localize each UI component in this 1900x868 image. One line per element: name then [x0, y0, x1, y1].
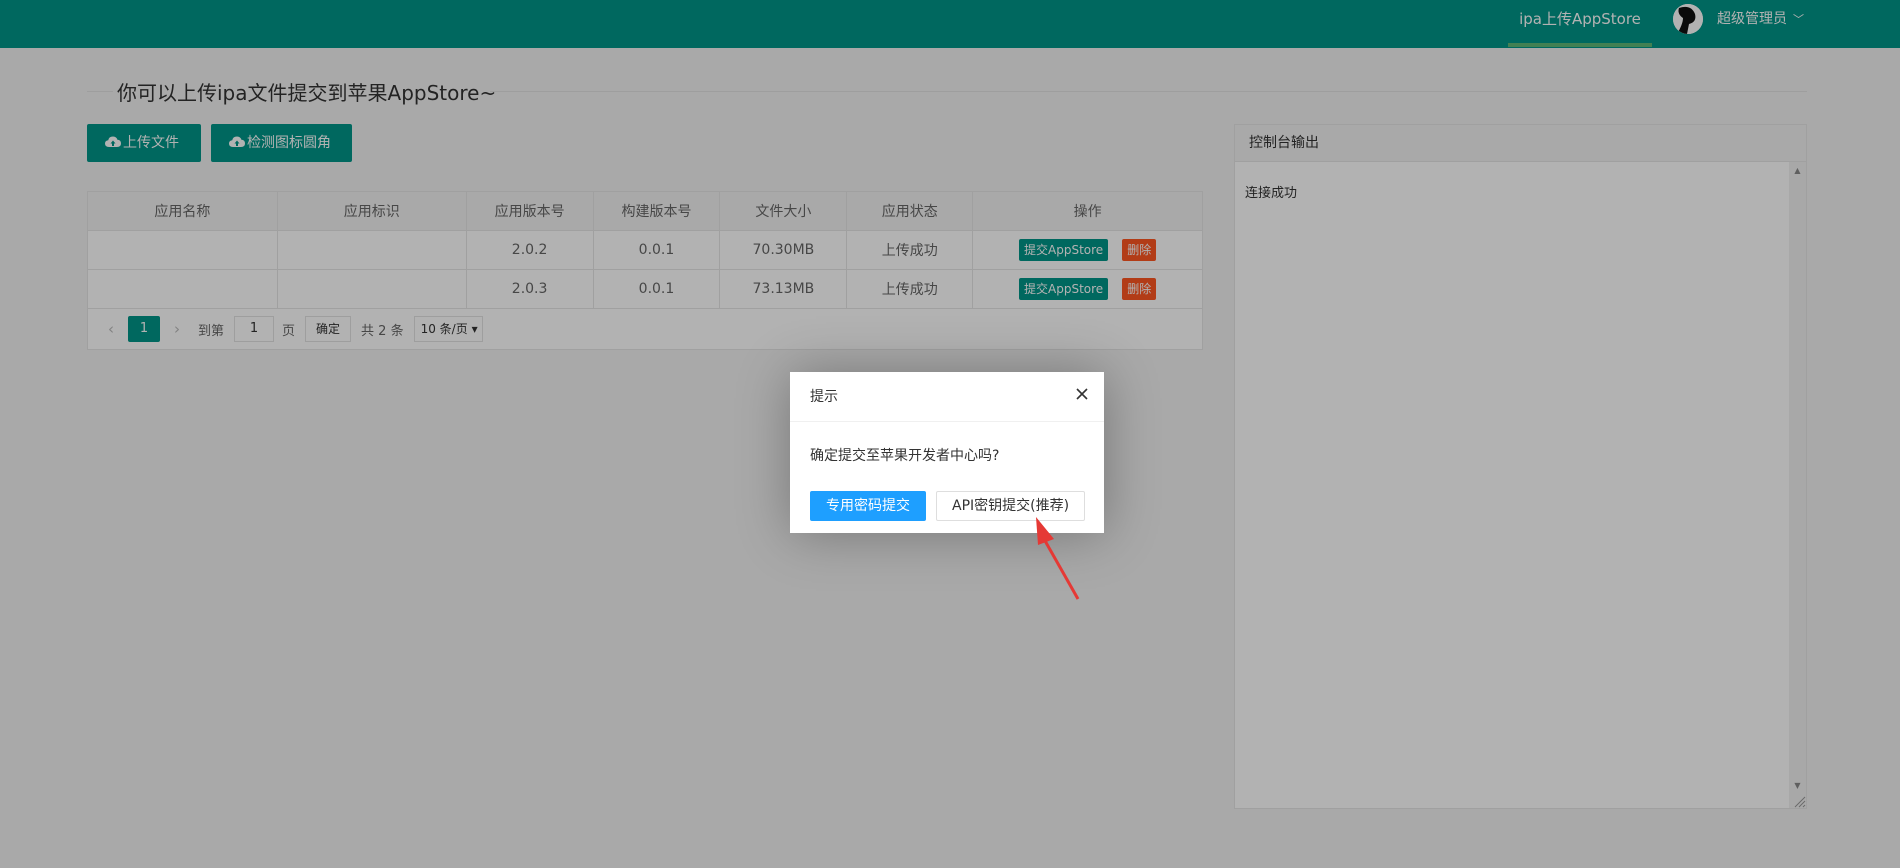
confirm-dialog: 提示 确定提交至苹果开发者中心吗? 专用密码提交 API密钥提交(推荐) — [790, 372, 1104, 533]
app-password-submit-button[interactable]: 专用密码提交 — [810, 491, 926, 521]
close-icon[interactable] — [1074, 386, 1090, 402]
annotation-arrow-icon — [1036, 517, 1080, 600]
dialog-message: 确定提交至苹果开发者中心吗? — [810, 448, 1000, 464]
dialog-title: 提示 — [790, 372, 1104, 422]
